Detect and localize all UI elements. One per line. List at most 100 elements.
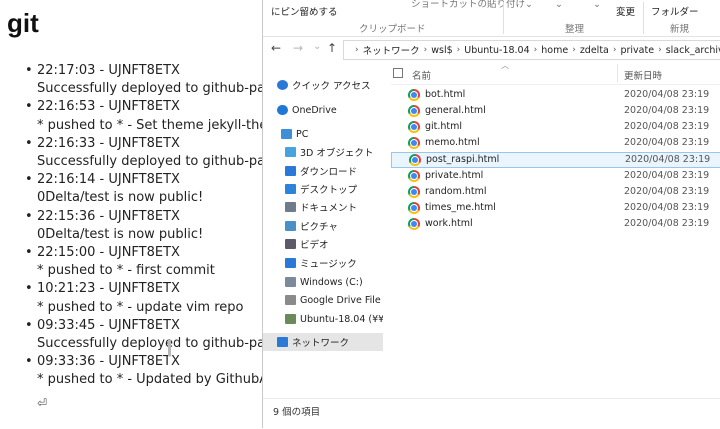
rename-button[interactable]: 変更 [616, 4, 635, 18]
nav-item-label: ダウンロード [300, 167, 358, 178]
breadcrumb-chevron-icon[interactable]: › [613, 45, 617, 55]
recent-locations-dropdown[interactable]: ⌄ [313, 41, 321, 52]
log-entry: 22:15:36 - UJNFT8ETX 0Delta/test is now p… [0, 208, 262, 244]
download-icon [285, 166, 296, 176]
nav-item[interactable]: ネットワーク [263, 333, 383, 351]
chrome-html-icon [408, 137, 420, 150]
pin-quick-access-button[interactable]: にピン留めする [271, 4, 338, 18]
nav-item[interactable]: デスクトップ [263, 180, 383, 198]
status-bar: 9 個の項目 [263, 398, 720, 429]
cloud-icon [277, 105, 288, 115]
chrome-html-icon [408, 217, 420, 230]
log-entry: 10:21:23 - UJNFT8ETX * pushed to * - upda… [0, 280, 262, 316]
log-entry: 22:16:14 - UJNFT8ETX 0Delta/test is now p… [0, 171, 262, 207]
breadcrumb-chevron-icon[interactable]: › [534, 45, 538, 55]
log-entry: 22:16:33 - UJNFT8ETX Successfully deploye… [0, 135, 262, 171]
breadcrumb-item[interactable]: home [541, 45, 568, 56]
star-icon [277, 80, 288, 90]
chrome-html-icon [409, 154, 421, 167]
move-dropdown-icon[interactable]: ⌄ [525, 0, 533, 10]
file-row[interactable]: private.html 2020/04/08 23:19 [391, 169, 720, 185]
breadcrumb-item[interactable]: Ubuntu-18.04 [464, 45, 529, 56]
paste-shortcut-button[interactable]: ショートカットの貼り付け [411, 0, 525, 10]
chrome-html-icon [408, 201, 420, 214]
log-entry-time: 09:33:45 - UJNFT8ETX [37, 317, 180, 333]
item-count: 9 個の項目 [273, 407, 321, 418]
file-name: git.html [425, 121, 463, 133]
nav-item[interactable]: Google Drive File Stream [263, 291, 383, 309]
nav-item[interactable]: ミュージック [263, 254, 383, 272]
nav-item[interactable]: OneDrive [263, 101, 383, 119]
file-name: random.html [425, 185, 487, 197]
breadcrumb-item[interactable]: private [620, 45, 654, 56]
network-icon [277, 337, 288, 347]
nav-item[interactable]: PC [263, 125, 383, 143]
file-row[interactable]: memo.html 2020/04/08 23:19 [391, 136, 720, 152]
nav-item[interactable]: ビデオ [263, 235, 383, 253]
copy-dropdown-icon[interactable]: ⌄ [555, 0, 563, 10]
file-row[interactable]: git.html 2020/04/08 23:19 [391, 120, 720, 136]
file-row[interactable]: bot.html 2020/04/08 23:19 [391, 88, 720, 104]
breadcrumb[interactable]: › ネットワーク › wsl$ › Ubuntu-18.04 › home › zdelta › pr… [343, 40, 720, 60]
breadcrumb-chevron-icon[interactable]: › [572, 45, 576, 55]
delete-dropdown-icon[interactable]: ⌄ [593, 0, 601, 10]
breadcrumb-chevron-icon[interactable]: › [424, 45, 428, 55]
name-column-header[interactable]: 名前 [412, 68, 431, 82]
log-entry-message: * pushed to * - Updated by GithubActions [37, 372, 262, 388]
chrome-html-icon [408, 105, 420, 118]
up-button[interactable]: ↑ [327, 41, 337, 55]
file-row[interactable]: work.html 2020/04/08 23:19 [391, 217, 720, 233]
file-name: times_me.html [425, 201, 496, 213]
log-entry-time: 22:15:00 - UJNFT8ETX [37, 245, 180, 261]
new-folder-button[interactable]: フォルダー [651, 4, 699, 18]
text-cursor [168, 340, 171, 356]
log-entry: 09:33:45 - UJNFT8ETX Successfully deploye… [0, 317, 262, 353]
nav-item[interactable]: Ubuntu-18.04 (¥¥wsl$) [263, 310, 383, 328]
nav-item-label: Ubuntu-18.04 (¥¥wsl$) [300, 313, 383, 325]
sort-indicator-icon: ︿ [501, 61, 509, 70]
return-icon: ⏎ [37, 396, 48, 410]
file-name: post_raspi.html [426, 154, 500, 166]
chrome-html-icon [408, 185, 420, 198]
file-modified: 2020/04/08 23:19 [624, 201, 710, 213]
file-row[interactable]: times_me.html 2020/04/08 23:19 [391, 201, 720, 217]
breadcrumb-chevron-icon[interactable]: › [457, 45, 461, 55]
nav-item[interactable]: Windows (C:) [263, 273, 383, 291]
nav-item[interactable]: ダウンロード [263, 162, 383, 180]
breadcrumb-chevron-icon[interactable]: › [658, 45, 662, 55]
nav-item[interactable]: ドキュメント [263, 198, 383, 216]
modified-column-header[interactable]: 更新日時 [624, 68, 662, 82]
breadcrumb-item[interactable]: zdelta [580, 45, 609, 56]
music-icon [285, 258, 296, 268]
log-entry-message: Successfully deployed to github-pages [37, 81, 262, 97]
nav-item[interactable]: クイック アクセス [263, 76, 383, 94]
nav-item[interactable]: 3D オブジェクト [263, 143, 383, 161]
breadcrumb-item[interactable]: wsl$ [431, 45, 452, 56]
file-name: private.html [425, 169, 484, 181]
file-modified: 2020/04/08 23:19 [624, 89, 710, 100]
back-button[interactable]: ← [271, 41, 281, 55]
ribbon: にピン留めする ショートカットの貼り付け クリップボード ⌄ ⌄ ⌄ 変更 フォ… [263, 0, 720, 37]
new-group-label: 新規 [670, 24, 690, 35]
log-entry: 09:33:36 - UJNFT8ETX * pushed to * - Upda… [0, 353, 262, 389]
file-name: memo.html [425, 137, 480, 149]
file-row[interactable]: post_raspi.html 2020/04/08 23:19 [391, 152, 720, 169]
nav-item-label: クイック アクセス [292, 81, 371, 92]
log-entry-time: 22:16:14 - UJNFT8ETX [37, 172, 180, 188]
breadcrumb-chevron-icon[interactable]: › [355, 45, 359, 55]
activity-log: 22:17:03 - UJNFT8ETX Successfully deploye… [0, 62, 262, 390]
network-drive-icon [285, 314, 296, 324]
cube-icon [285, 147, 296, 157]
select-all-checkbox[interactable] [393, 68, 403, 78]
document-icon [285, 202, 296, 212]
file-row[interactable]: random.html 2020/04/08 23:19 [391, 185, 720, 201]
log-entry-time: 22:16:53 - UJNFT8ETX [37, 99, 180, 115]
file-row[interactable]: general.html 2020/04/08 23:19 [391, 104, 720, 120]
nav-item-label: OneDrive [292, 104, 337, 116]
breadcrumb-item[interactable]: slack_archiver [666, 45, 720, 56]
nav-item-label: Windows (C:) [300, 276, 363, 288]
breadcrumb-item[interactable]: ネットワーク [363, 43, 420, 57]
forward-button[interactable]: → [293, 41, 303, 55]
nav-item[interactable]: ピクチャ [263, 217, 383, 235]
log-entry-message: * pushed to * - Set theme jekyll-theme [37, 117, 262, 133]
